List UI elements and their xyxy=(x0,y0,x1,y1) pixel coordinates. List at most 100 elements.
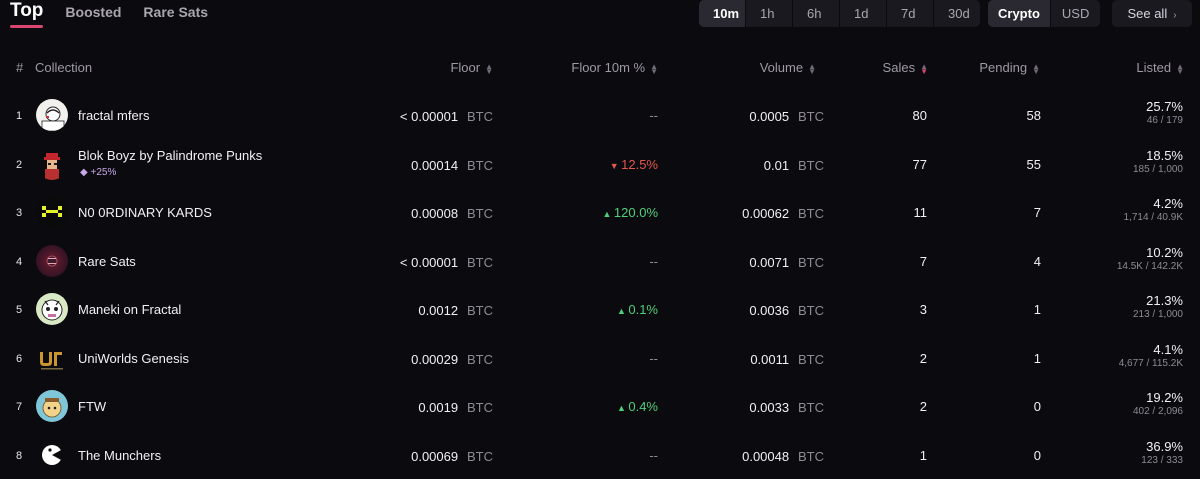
listed-count: 4,677 / 115.2K xyxy=(1118,358,1183,369)
timeframe-7d[interactable]: 7d xyxy=(886,0,933,27)
arrow-up-icon: ▲ xyxy=(602,209,614,219)
floor-change: -- xyxy=(649,254,658,269)
table-row[interactable]: 5 Maneki on Fractal 0.0012 BTC ▲ 0.1% 0.0036… xyxy=(0,285,1200,333)
floor-change: ▲ 0.4% xyxy=(617,399,658,414)
collection-name[interactable]: Maneki on Fractal xyxy=(78,302,181,317)
listed-count: 402 / 2,096 xyxy=(1132,406,1183,417)
floor-value: 0.00008 xyxy=(411,206,459,221)
floor-change: ▼ 12.5% xyxy=(610,157,658,172)
volume: 0.0071 BTC xyxy=(749,254,824,272)
collection-avatar[interactable] xyxy=(36,245,68,277)
volume-unit: BTC xyxy=(798,158,824,173)
header-pending[interactable]: Pending ▲ ▼ xyxy=(979,60,1040,78)
currency-crypto[interactable]: Crypto xyxy=(988,0,1050,27)
listed-info: 4.2% 1,714 / 40.9K xyxy=(1124,196,1184,223)
volume-value: 0.0036 xyxy=(749,303,790,318)
floor-change-value: 120.0% xyxy=(613,205,658,220)
floor-value: < 0.00001 xyxy=(399,255,459,270)
collection-avatar[interactable] xyxy=(36,390,68,422)
listed-count: 123 / 333 xyxy=(1141,455,1183,466)
volume-unit: BTC xyxy=(798,109,824,124)
chevron-right-icon: › xyxy=(1173,10,1177,21)
collection-avatar[interactable] xyxy=(36,293,68,325)
header-sales[interactable]: Sales ▲ ▼ xyxy=(883,60,928,78)
floor-change-value: -- xyxy=(649,448,658,463)
table-row[interactable]: 8 The Munchers 0.00069 BTC -- 0.00048 BTC 1 0 3… xyxy=(0,431,1200,479)
floor-unit: BTC xyxy=(467,158,493,173)
floor-change-value: 0.4% xyxy=(628,399,658,414)
listed-count: 1,714 / 40.9K xyxy=(1123,212,1184,223)
header-floor[interactable]: Floor ▲ ▼ xyxy=(450,60,493,78)
timeframe-1d[interactable]: 1d xyxy=(839,0,886,27)
sort-desc-icon: ▲ ▼ xyxy=(920,61,928,76)
arrow-up-icon: ▲ xyxy=(616,403,629,413)
header-floor-change[interactable]: Floor 10m % ▲ ▼ xyxy=(571,60,658,78)
collection-avatar[interactable] xyxy=(36,99,68,131)
table-row[interactable]: 6 UniWorlds Genesis 0.00029 BTC -- 0.0011 BT… xyxy=(0,334,1200,382)
timeframe-30d[interactable]: 30d xyxy=(933,0,980,27)
sort-icon: ▲ ▼ xyxy=(650,61,658,76)
collection-name[interactable]: FTW xyxy=(78,399,106,414)
floor-unit: BTC xyxy=(467,352,493,367)
currency-toggle: Crypto USD xyxy=(988,0,1101,27)
floor-price: 0.0012 BTC xyxy=(418,302,493,320)
pending-count: 58 xyxy=(1026,108,1041,123)
timeframe-6h[interactable]: 6h xyxy=(792,0,839,27)
pending-count: 0 xyxy=(1033,448,1041,463)
sort-icon: ▲ ▼ xyxy=(1032,61,1040,76)
collection-avatar[interactable] xyxy=(36,342,68,374)
collection-name[interactable]: Blok Boyz by Palindrome Punks xyxy=(78,148,262,163)
table-row[interactable]: 1 fractal mfers < 0.00001 BTC -- 0.0005 BTC 8… xyxy=(0,91,1200,139)
listed-info: 19.2% 402 / 2,096 xyxy=(1133,390,1183,417)
volume: 0.0033 BTC xyxy=(749,399,824,417)
floor-value: 0.0019 xyxy=(418,400,459,415)
collection-name[interactable]: Rare Sats xyxy=(78,254,136,269)
header-sales-label: Sales xyxy=(882,60,916,75)
pending-count: 55 xyxy=(1026,157,1041,172)
table-row[interactable]: 4 Rare Sats < 0.00001 BTC -- 0.0071 BTC 7 4 10.… xyxy=(0,237,1200,285)
sales-count: 3 xyxy=(919,302,927,317)
table-row[interactable]: 7 FTW 0.0019 BTC ▲ 0.4% 0.0033 BTC 2 0 19.2% 402… xyxy=(0,382,1200,430)
volume: 0.00048 BTC xyxy=(742,448,824,466)
tab-boosted[interactable]: Boosted xyxy=(65,0,121,20)
listed-info: 10.2% 14.5K / 142.2K xyxy=(1117,245,1183,272)
table-row[interactable]: 3 N0 0RDINARY KARDS 0.00008 BTC ▲ 120.0% 0.0… xyxy=(0,188,1200,236)
header-volume-label: Volume xyxy=(759,60,804,75)
collection-avatar[interactable] xyxy=(36,148,68,180)
tab-rare-sats[interactable]: Rare Sats xyxy=(143,0,208,20)
tab-top[interactable]: Top xyxy=(10,0,44,28)
volume-value: 0.0033 xyxy=(749,400,790,415)
arrow-up-icon: ▲ xyxy=(616,306,629,316)
collection-name[interactable]: N0 0RDINARY KARDS xyxy=(78,205,212,220)
header-listed[interactable]: Listed ▲ ▼ xyxy=(1136,60,1184,78)
floor-change-value: 12.5% xyxy=(621,157,658,172)
header-volume[interactable]: Volume ▲ ▼ xyxy=(760,60,816,78)
collection-name[interactable]: The Munchers xyxy=(78,448,161,463)
floor-price: 0.00014 BTC xyxy=(411,157,493,175)
collection-avatar[interactable] xyxy=(36,439,68,471)
table-row[interactable]: 2 Blok Boyz by Palindrome Punks ◆ +25% 0.00… xyxy=(0,140,1200,188)
volume: 0.01 BTC xyxy=(764,157,824,175)
floor-value: 0.00029 xyxy=(411,352,459,367)
listed-count: 46 / 179 xyxy=(1146,115,1183,126)
sales-count: 7 xyxy=(919,254,927,269)
category-tabs: Top Boosted Rare Sats xyxy=(10,0,230,30)
pending-count: 4 xyxy=(1033,254,1041,269)
collection-name[interactable]: fractal mfers xyxy=(78,108,150,123)
listed-info: 36.9% 123 / 333 xyxy=(1141,439,1183,466)
floor-unit: BTC xyxy=(467,109,493,124)
listed-info: 4.1% 4,677 / 115.2K xyxy=(1119,342,1183,369)
listed-percent: 21.3% xyxy=(1146,293,1183,308)
listed-info: 21.3% 213 / 1,000 xyxy=(1133,293,1183,320)
floor-change: ▲ 120.0% xyxy=(602,205,658,220)
timeframe-1h[interactable]: 1h xyxy=(745,0,792,27)
floor-change: -- xyxy=(649,448,658,463)
collection-name[interactable]: UniWorlds Genesis xyxy=(78,351,189,366)
timeframe-10m[interactable]: 10m xyxy=(699,0,745,27)
volume-unit: BTC xyxy=(798,449,824,464)
collection-avatar[interactable] xyxy=(36,196,68,228)
volume-unit: BTC xyxy=(798,352,824,367)
currency-usd[interactable]: USD xyxy=(1049,0,1100,27)
volume-value: 0.01 xyxy=(763,158,790,173)
see-all-button[interactable]: See all › xyxy=(1112,0,1192,27)
